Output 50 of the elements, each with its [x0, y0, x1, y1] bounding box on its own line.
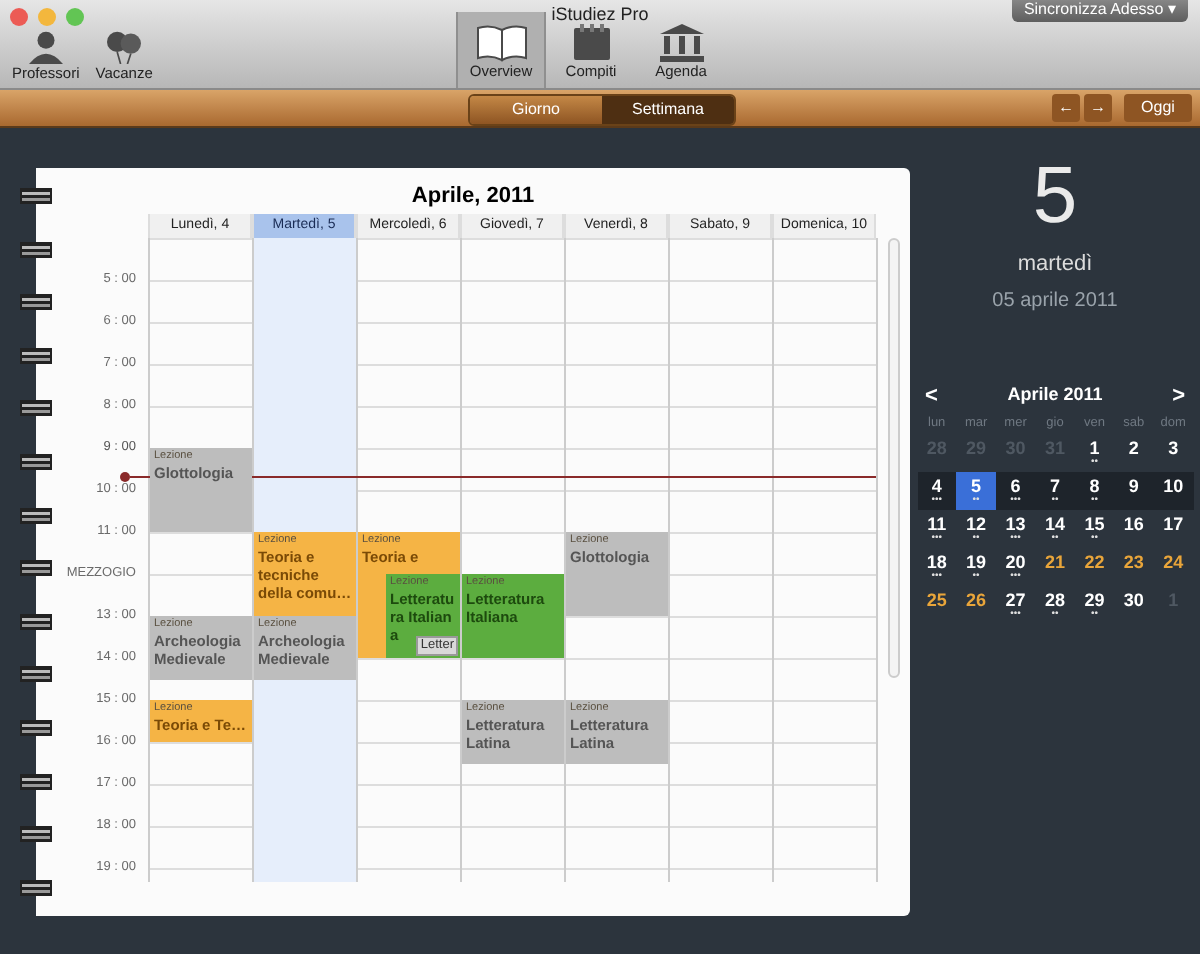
binding-ring-icon — [20, 294, 52, 311]
month-title: Aprile, 2011 — [409, 182, 537, 212]
calendar-day[interactable]: 23 — [1114, 547, 1154, 586]
binding-ring-icon — [20, 613, 52, 630]
calendar-day[interactable]: 10 — [1153, 471, 1193, 510]
previous-button[interactable]: ← — [1052, 94, 1080, 122]
view-tab[interactable]: Settimana — [602, 96, 734, 124]
binding-ring-icon — [20, 773, 52, 790]
binding-ring-icon — [20, 879, 52, 896]
scrollbar[interactable] — [888, 238, 900, 678]
day-number: 5 — [1032, 152, 1078, 240]
binding-ring-icon — [20, 347, 52, 364]
close-icon[interactable] — [10, 8, 28, 26]
binding-ring-icon — [20, 826, 52, 843]
calendar-day[interactable]: 21 — [1035, 547, 1075, 586]
binding-ring-icon — [20, 560, 52, 577]
binding-ring-icon — [20, 400, 52, 417]
sync-button[interactable]: Sincronizza Adesso ▾ — [1011, 0, 1188, 22]
binding-ring-icon — [20, 666, 52, 683]
book-icon — [475, 22, 527, 62]
calendar-day[interactable]: 30 — [1114, 585, 1154, 624]
minimize-icon[interactable] — [38, 8, 56, 26]
previous-month-button[interactable]: < — [925, 379, 938, 412]
window-title: iStudiez Pro — [551, 2, 649, 28]
zoom-icon[interactable] — [66, 8, 84, 26]
calendar-day[interactable]: 3 — [1153, 433, 1193, 472]
calendar-day[interactable]: 9 — [1114, 471, 1154, 510]
binding-ring-icon — [20, 241, 52, 258]
binding-ring-icon — [20, 720, 52, 737]
binding-ring-icon — [20, 188, 52, 204]
notepad-icon — [569, 22, 613, 62]
calendar-day[interactable]: 25 — [917, 585, 957, 624]
calendar-day[interactable]: 17 — [1153, 509, 1193, 548]
calendar-day[interactable]: 26 — [956, 585, 996, 624]
calendar-day[interactable]: 2 — [1114, 433, 1154, 472]
view-tab[interactable]: Giorno — [470, 96, 602, 124]
calendar-month: Aprile 2011 — [1007, 382, 1103, 408]
person-icon — [25, 30, 66, 64]
full-date: 05 aprile 2011 — [992, 287, 1118, 315]
next-month-button[interactable]: > — [1172, 379, 1185, 412]
building-icon — [657, 22, 705, 62]
next-button[interactable]: → — [1084, 94, 1112, 122]
binding-ring-icon — [20, 507, 52, 524]
today-button[interactable]: Oggi — [1124, 94, 1192, 122]
balloons-icon — [104, 30, 145, 64]
calendar-day[interactable]: 24 — [1153, 547, 1193, 586]
calendar-day[interactable]: 16 — [1114, 509, 1154, 548]
weekday: martedì — [1017, 250, 1093, 280]
calendar-day[interactable]: 22 — [1074, 547, 1115, 586]
binding-ring-icon — [20, 454, 52, 471]
